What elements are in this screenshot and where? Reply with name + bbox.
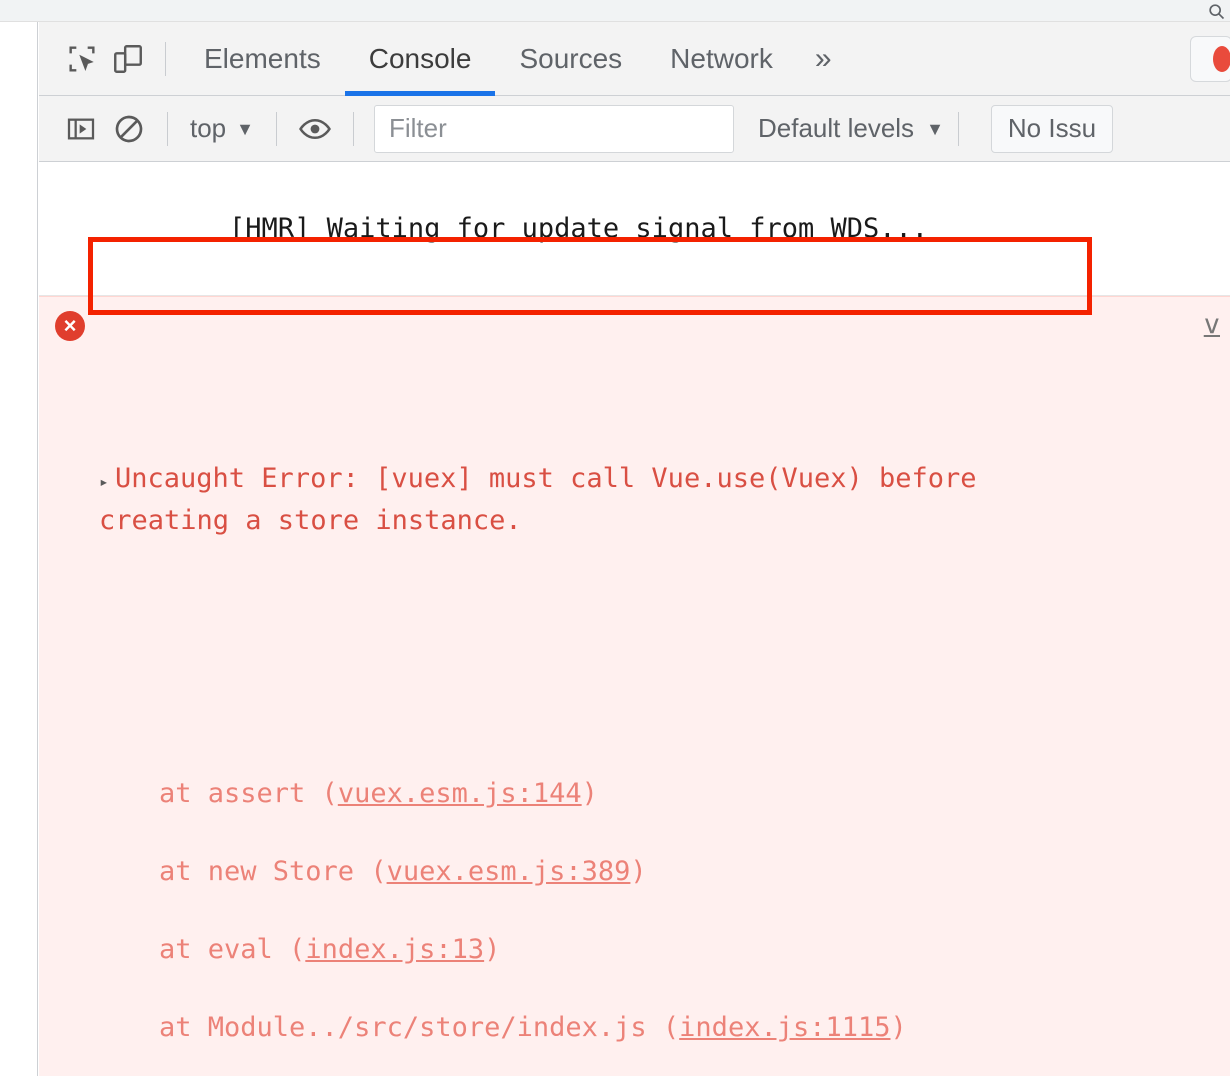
console-toolbar: top ▼ Filter Default levels ▼ No Issu	[39, 96, 1230, 162]
tab-elements-label: Elements	[204, 42, 321, 74]
stack-frame-close: )	[581, 778, 598, 809]
live-expression-eye-icon[interactable]	[291, 105, 339, 153]
stack-frame-fn: at Module../src/store/index.js (	[159, 1012, 680, 1043]
more-tabs-label: »	[814, 41, 832, 75]
console-toolbar-divider-4	[957, 111, 959, 146]
stack-frame-fn: at eval (	[159, 934, 306, 965]
stack-frame[interactable]: at eval (index.js:13)	[159, 930, 1230, 969]
devtools-tabbar: Elements Console Sources Network »	[39, 22, 1230, 96]
devtools-panel: Elements Console Sources Network » top ▼…	[39, 22, 1230, 1076]
stack-frame-close: )	[630, 856, 647, 887]
error-headline-text: Uncaught Error: [vuex] must call Vue.use…	[99, 463, 977, 536]
tab-network[interactable]: Network	[646, 22, 797, 96]
error-source-link[interactable]: v	[1204, 305, 1220, 344]
error-circle-icon: ×	[55, 311, 85, 341]
console-sidebar-icon[interactable]	[57, 105, 105, 153]
chevron-down-icon: ▼	[236, 118, 254, 139]
issues-label: No Issu	[1007, 113, 1097, 143]
console-message-error[interactable]: × ▸ Uncaught Error: [vuex] must call Vue.…	[39, 296, 1230, 1076]
stack-frame-fn: at new Store (	[159, 856, 387, 887]
filter-placeholder: Filter	[388, 113, 447, 143]
tab-console-label: Console	[368, 42, 472, 74]
tab-sources[interactable]: Sources	[495, 22, 646, 96]
browser-top-strip	[0, 0, 1230, 22]
device-toolbar-icon[interactable]	[105, 36, 151, 82]
error-count-button[interactable]	[1190, 36, 1230, 82]
tab-elements[interactable]: Elements	[180, 22, 345, 96]
chevron-down-icon: ▼	[926, 118, 944, 139]
clear-console-icon[interactable]	[105, 105, 153, 153]
stack-frame[interactable]: at assert (vuex.esm.js:144)	[159, 774, 1230, 813]
issues-button[interactable]: No Issu	[990, 104, 1114, 153]
inspect-element-icon[interactable]	[59, 36, 105, 82]
stack-frame-close: )	[484, 934, 501, 965]
disclosure-triangle-icon[interactable]: ▸	[99, 462, 115, 501]
tab-network-label: Network	[670, 42, 773, 74]
console-toolbar-divider-2	[275, 111, 277, 146]
tab-console[interactable]: Console	[344, 22, 496, 96]
error-count-badge-icon	[1213, 46, 1230, 72]
console-toolbar-divider-1	[167, 111, 168, 146]
stack-frame[interactable]: at new Store (vuex.esm.js:389)	[159, 852, 1230, 891]
log-levels-select[interactable]: Default levels ▼	[758, 113, 944, 144]
stack-frame-link[interactable]: index.js:13	[305, 934, 484, 965]
magnifier-icon[interactable]	[1204, 1, 1228, 21]
console-messages-list[interactable]: [HMR] Waiting for update signal from WDS…	[39, 162, 1230, 1076]
screenshot-root: Elements Console Sources Network » top ▼…	[0, 0, 1230, 1076]
error-stack-trace: at assert (vuex.esm.js:144) at new Store…	[99, 735, 1230, 1076]
console-toolbar-divider-3	[352, 111, 354, 146]
stack-frame-fn: at assert (	[159, 778, 338, 809]
console-message-info[interactable]: [HMR] Waiting for update signal from WDS…	[39, 162, 1230, 296]
more-tabs-chevron-icon[interactable]: »	[797, 22, 850, 96]
filter-input[interactable]: Filter	[373, 104, 734, 153]
stack-frame-link[interactable]: vuex.esm.js:144	[338, 778, 582, 809]
execution-context-label: top	[190, 113, 227, 143]
stack-frame-link[interactable]: vuex.esm.js:389	[387, 856, 631, 887]
stack-frame-close: )	[890, 1012, 907, 1043]
error-headline-row[interactable]: ▸ Uncaught Error: [vuex] must call Vue.us…	[99, 459, 1099, 540]
stack-frame-link[interactable]: index.js:1115	[679, 1012, 890, 1043]
toolbar-divider	[165, 41, 166, 76]
tab-sources-label: Sources	[519, 42, 623, 74]
log-levels-label: Default levels	[757, 113, 915, 143]
stack-frame[interactable]: at Module../src/store/index.js (index.js…	[159, 1008, 1230, 1047]
page-content-gutter	[0, 22, 38, 1076]
console-message-text: [HMR] Waiting for update signal from WDS…	[229, 213, 929, 244]
execution-context-select[interactable]: top ▼	[182, 113, 262, 144]
